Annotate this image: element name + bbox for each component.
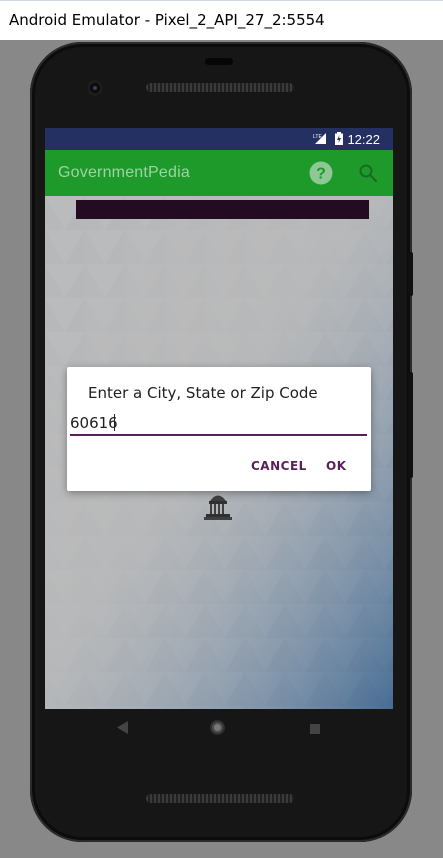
- recents-icon[interactable]: [310, 724, 320, 734]
- search-icon[interactable]: [358, 163, 378, 183]
- svg-text:?: ?: [316, 166, 326, 183]
- back-icon[interactable]: [117, 721, 128, 734]
- battery-charging-icon: [335, 132, 343, 145]
- home-icon[interactable]: [210, 720, 225, 735]
- app-title: GovernmentPedia: [58, 164, 190, 181]
- cancel-button[interactable]: CANCEL: [251, 459, 307, 473]
- top-speaker: [146, 83, 294, 92]
- location-dialog: Enter a City, State or Zip Code CANCEL O…: [67, 367, 371, 491]
- app-bar: GovernmentPedia ?: [45, 150, 393, 196]
- text-caret: [114, 414, 115, 431]
- volume-button[interactable]: [408, 372, 413, 478]
- dialog-title: Enter a City, State or Zip Code: [88, 384, 318, 402]
- top-notch: [205, 58, 233, 65]
- power-button[interactable]: [408, 252, 413, 296]
- help-icon[interactable]: ?: [309, 161, 333, 185]
- nav-bar: [45, 709, 393, 749]
- emulator-title-bar: Android Emulator - Pixel_2_API_27_2:5554: [0, 0, 443, 40]
- front-camera: [87, 80, 103, 96]
- status-time: 12:22: [347, 132, 380, 147]
- signal-lte-icon: LTE: [313, 133, 326, 144]
- bottom-speaker: [146, 794, 294, 803]
- ok-button[interactable]: OK: [326, 459, 347, 473]
- status-bar: LTE 12:22: [45, 128, 393, 150]
- svg-text:LTE: LTE: [313, 134, 322, 140]
- window-title: Android Emulator - Pixel_2_API_27_2:5554: [9, 11, 325, 29]
